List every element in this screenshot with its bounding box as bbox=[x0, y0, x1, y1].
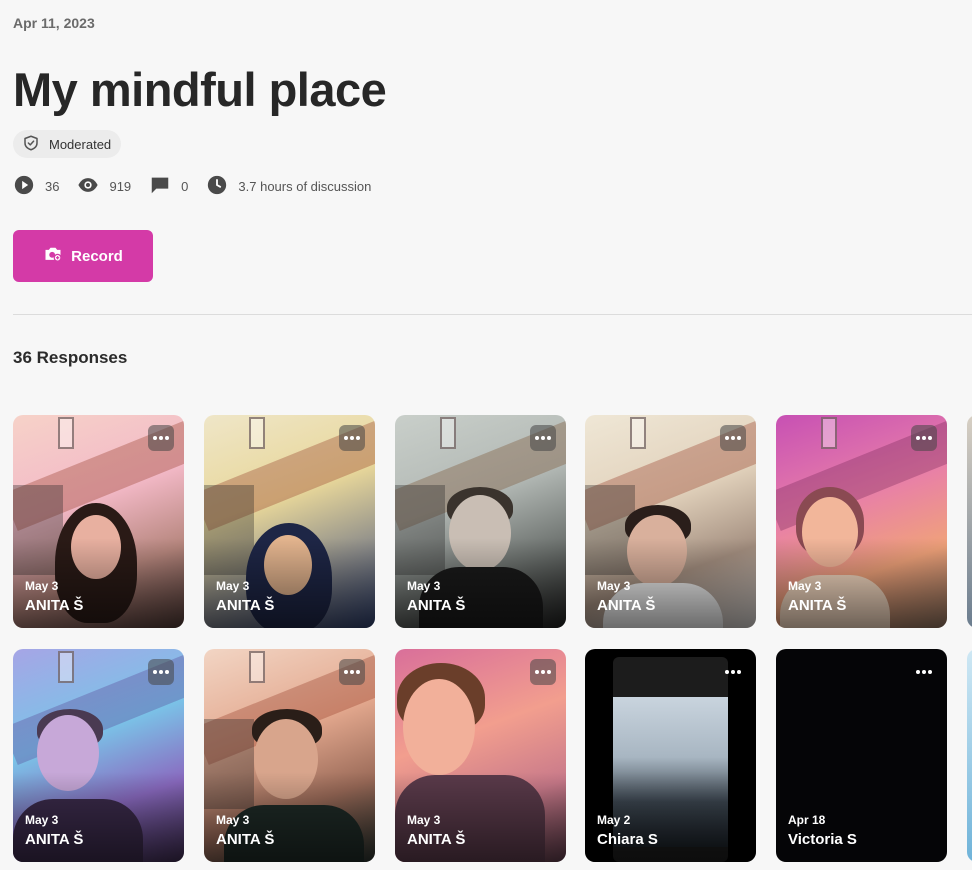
section-divider bbox=[13, 314, 972, 315]
thumbnail-detail bbox=[58, 651, 74, 683]
clock-icon bbox=[206, 174, 228, 199]
stat-duration: 3.7 hours of discussion bbox=[206, 174, 371, 199]
response-date: May 3 bbox=[25, 579, 59, 593]
stat-duration-value: 3.7 hours of discussion bbox=[238, 178, 372, 194]
thumbnail-detail bbox=[403, 679, 475, 775]
response-date: May 3 bbox=[216, 813, 250, 827]
more-options-button[interactable] bbox=[339, 659, 365, 685]
response-author: ANITA Š bbox=[216, 831, 275, 848]
thumbnail-detail bbox=[249, 417, 265, 449]
response-author: ANITA Š bbox=[597, 597, 656, 614]
thumbnail-detail bbox=[630, 417, 646, 449]
discussion-stats: 36 919 0 3.7 hours of discussion bbox=[13, 175, 389, 197]
response-author: ANITA Š bbox=[25, 831, 84, 848]
camera-plus-icon bbox=[43, 244, 63, 268]
moderated-badge: Moderated bbox=[13, 130, 122, 158]
response-card[interactable]: May 3 ANITA Š bbox=[204, 649, 375, 862]
play-icon bbox=[13, 174, 35, 199]
page-title: My mindful place bbox=[13, 63, 387, 116]
response-card[interactable]: May 3 ANITA Š bbox=[204, 415, 375, 628]
response-card[interactable]: May 3 ANITA Š bbox=[585, 415, 756, 628]
stat-videos-value: 36 bbox=[45, 178, 60, 194]
stat-videos: 36 bbox=[13, 174, 59, 199]
response-card-partial[interactable] bbox=[967, 649, 972, 862]
more-options-button[interactable] bbox=[530, 659, 556, 685]
badge-label: Moderated bbox=[49, 136, 112, 152]
thumbnail-detail bbox=[821, 417, 837, 449]
post-date: Apr 11, 2023 bbox=[13, 15, 95, 31]
record-button-label: Record bbox=[71, 247, 123, 265]
response-date: May 3 bbox=[216, 579, 250, 593]
more-options-button[interactable] bbox=[911, 659, 937, 685]
response-card[interactable]: May 3 ANITA Š bbox=[395, 649, 566, 862]
response-card[interactable]: May 2 Chiara S bbox=[585, 649, 756, 862]
response-date: May 3 bbox=[25, 813, 59, 827]
shield-check-icon bbox=[22, 134, 40, 155]
more-options-button[interactable] bbox=[720, 659, 746, 685]
more-options-button[interactable] bbox=[339, 425, 365, 451]
thumbnail-detail bbox=[440, 417, 456, 449]
response-date: May 2 bbox=[597, 813, 631, 827]
response-date: May 3 bbox=[407, 579, 441, 593]
thumbnail-detail bbox=[249, 651, 265, 683]
response-card-partial[interactable] bbox=[967, 415, 972, 628]
responses-heading: 36 Responses bbox=[13, 348, 128, 367]
more-options-button[interactable] bbox=[911, 425, 937, 451]
response-card[interactable]: May 3 ANITA Š bbox=[13, 415, 184, 628]
response-card[interactable]: May 3 ANITA Š bbox=[776, 415, 947, 628]
record-button[interactable]: Record bbox=[13, 230, 153, 282]
stat-comments: 0 bbox=[149, 174, 188, 199]
comment-icon bbox=[149, 174, 171, 199]
response-author: ANITA Š bbox=[407, 831, 466, 848]
response-card[interactable]: May 3 ANITA Š bbox=[13, 649, 184, 862]
stat-comments-value: 0 bbox=[181, 178, 189, 194]
stat-views-value: 919 bbox=[109, 178, 132, 194]
eye-icon bbox=[77, 174, 99, 199]
response-author: ANITA Š bbox=[788, 597, 847, 614]
response-author: Chiara S bbox=[597, 831, 658, 848]
thumbnail-detail bbox=[58, 417, 74, 449]
response-card[interactable]: Apr 18 Victoria S bbox=[776, 649, 947, 862]
response-author: ANITA Š bbox=[216, 597, 275, 614]
more-options-button[interactable] bbox=[148, 425, 174, 451]
response-date: Apr 18 bbox=[788, 813, 826, 827]
more-options-button[interactable] bbox=[720, 425, 746, 451]
stat-views: 919 bbox=[77, 174, 131, 199]
response-date: May 3 bbox=[597, 579, 631, 593]
response-author: Victoria S bbox=[788, 831, 857, 848]
response-author: ANITA Š bbox=[25, 597, 84, 614]
more-options-button[interactable] bbox=[530, 425, 556, 451]
response-author: ANITA Š bbox=[407, 597, 466, 614]
response-date: May 3 bbox=[788, 579, 822, 593]
response-date: May 3 bbox=[407, 813, 441, 827]
response-card[interactable]: May 3 ANITA Š bbox=[395, 415, 566, 628]
more-options-button[interactable] bbox=[148, 659, 174, 685]
